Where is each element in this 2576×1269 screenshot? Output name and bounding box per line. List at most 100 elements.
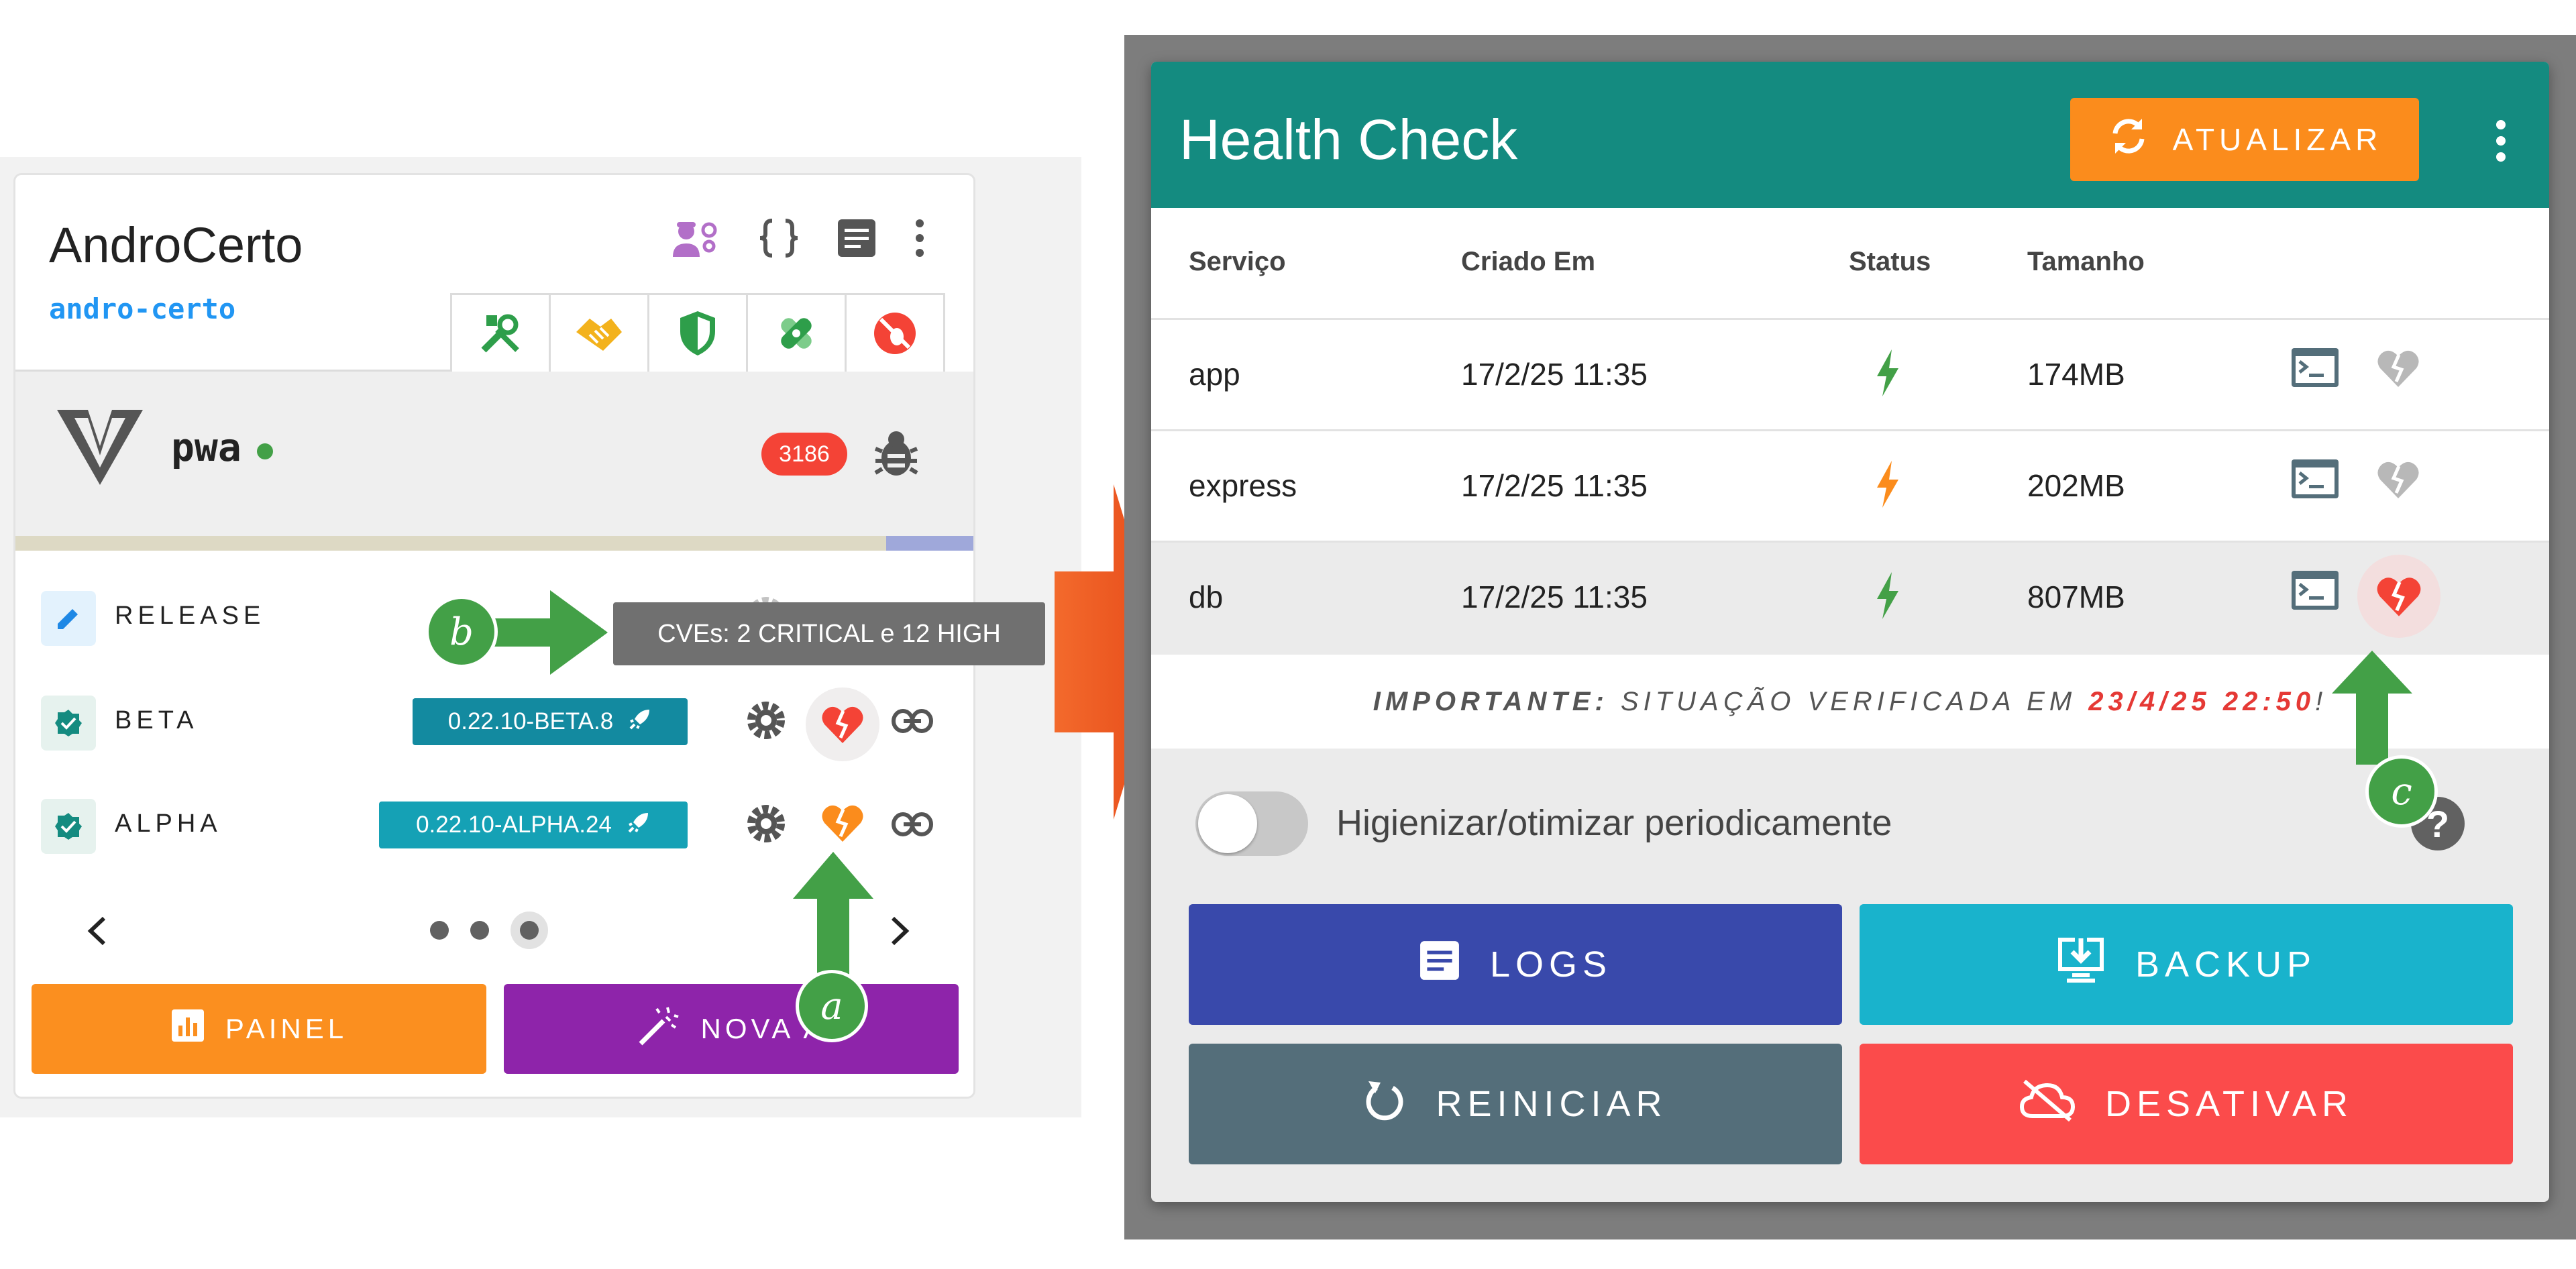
services-table: Serviço Criado Em Status Tamanho app 17/… — [1151, 208, 2549, 655]
callout-c: c — [2365, 755, 2438, 828]
more-vert-icon[interactable] — [2494, 119, 2508, 166]
beta-settings-icon[interactable] — [744, 698, 788, 746]
logs-button[interactable]: LOGS — [1189, 904, 1842, 1025]
logs-button-label: LOGS — [1489, 944, 1613, 985]
cancel-bug-icon — [871, 310, 918, 360]
callout-b: b — [425, 596, 498, 668]
beta-check-icon — [41, 696, 96, 751]
document-icon[interactable] — [837, 218, 877, 262]
tab-security[interactable] — [647, 293, 748, 375]
cve-tooltip: CVEs: 2 CRITICAL e 12 HIGH — [613, 602, 1045, 665]
health-check-dialog: Health Check ATUALIZAR Serviço Criado Em… — [1151, 62, 2549, 1202]
notice-text: SITUAÇÃO VERIFICADA EM — [1608, 686, 2089, 716]
progress-fill — [15, 536, 886, 551]
sanitize-toggle-knob[interactable] — [1198, 794, 1257, 853]
bandage-icon — [773, 310, 820, 360]
column-header-created: Criado Em — [1461, 247, 1596, 276]
service-name: db — [1189, 580, 1224, 614]
health-check-title: Health Check — [1179, 108, 1518, 171]
created-at: 17/2/25 11:35 — [1461, 580, 1648, 614]
beta-version-text: 0.22.10-BETA.8 — [447, 708, 614, 734]
notice-suffix: ! — [2315, 686, 2328, 716]
restart-button[interactable]: REINICIAR — [1189, 1044, 1842, 1164]
carousel-dot-1[interactable] — [430, 921, 449, 940]
tab-patch[interactable] — [746, 293, 847, 375]
tab-tools[interactable] — [450, 293, 551, 375]
status-bolt-icon — [1874, 572, 1901, 626]
table-row: express 17/2/25 11:35 202MB — [1151, 429, 2549, 541]
carousel-dots — [430, 912, 548, 949]
release-edit-icon[interactable] — [41, 591, 96, 646]
created-at: 17/2/25 11:35 — [1461, 468, 1648, 503]
environment-status-dot — [257, 443, 273, 459]
beta-version-chip[interactable]: 0.22.10-BETA.8 — [413, 698, 688, 745]
column-header-service: Serviço — [1189, 247, 1286, 276]
new-app-button[interactable]: NOVA A — [504, 984, 959, 1074]
arrow-c-icon — [2332, 651, 2412, 765]
broken-heart-icon[interactable] — [2376, 348, 2420, 396]
table-row: db 17/2/25 11:35 807MB — [1151, 541, 2549, 655]
terminal-icon[interactable] — [2290, 458, 2340, 507]
notice-date: 23/4/25 22:50 — [2088, 686, 2316, 716]
beta-broken-heart-icon[interactable] — [806, 687, 879, 761]
magic-wand-icon — [637, 1003, 681, 1054]
carousel-dot-3[interactable] — [511, 912, 548, 949]
terminal-icon[interactable] — [2290, 569, 2340, 618]
created-at: 17/2/25 11:35 — [1461, 357, 1648, 392]
header-actions — [670, 217, 926, 263]
arrow-b-icon — [483, 590, 608, 675]
restart-icon — [1363, 1079, 1406, 1130]
app-slug: andro-certo — [49, 292, 236, 325]
service-name: app — [1189, 357, 1240, 392]
panel-button[interactable]: PAINEL — [32, 984, 486, 1074]
broken-heart-icon[interactable] — [2376, 459, 2420, 507]
refresh-button-label: ATUALIZAR — [2172, 122, 2383, 157]
environment-progress-bar — [15, 536, 973, 551]
disable-button[interactable]: DESATIVAR — [1860, 1044, 2513, 1164]
alpha-version-text: 0.22.10-ALPHA.24 — [416, 812, 612, 838]
feature-tabs — [450, 293, 945, 375]
column-header-size: Tamanho — [2027, 247, 2145, 276]
app-title: AndroCerto — [49, 217, 303, 273]
cloud-off-icon — [2019, 1079, 2076, 1130]
download-icon — [2056, 936, 2106, 994]
issue-count-badge: 3186 — [761, 433, 847, 476]
chart-icon — [170, 1008, 205, 1050]
alpha-version-chip[interactable]: 0.22.10-ALPHA.24 — [379, 802, 688, 848]
sanitize-toggle-label: Higienizar/otimizar periodicamente — [1336, 803, 1892, 843]
braces-icon[interactable] — [757, 217, 800, 263]
broken-heart-alert-icon[interactable] — [2357, 555, 2440, 638]
callout-a: a — [796, 970, 868, 1042]
engineer-icon[interactable] — [670, 217, 721, 263]
service-name: express — [1189, 468, 1297, 503]
status-bolt-icon — [1874, 461, 1901, 515]
alpha-settings-icon[interactable] — [744, 802, 788, 849]
tab-disabled[interactable] — [845, 293, 945, 375]
channel-release-label: RELEASE — [115, 602, 266, 630]
status-bolt-icon — [1874, 349, 1901, 404]
alpha-link-icon[interactable] — [892, 811, 933, 841]
bug-icon[interactable] — [873, 429, 920, 483]
backup-button-label: BACKUP — [2135, 944, 2317, 985]
more-vert-icon[interactable] — [913, 218, 926, 262]
chevron-right-icon[interactable] — [889, 916, 912, 950]
terminal-icon[interactable] — [2290, 347, 2340, 396]
beta-link-icon[interactable] — [892, 708, 933, 738]
refresh-button[interactable]: ATUALIZAR — [2070, 98, 2419, 181]
panel-button-label: PAINEL — [225, 1013, 348, 1044]
refresh-icon — [2107, 115, 2150, 165]
table-row: app 17/2/25 11:35 174MB — [1151, 318, 2549, 429]
channel-alpha-label: ALPHA — [115, 810, 222, 838]
chevron-left-icon[interactable] — [85, 916, 108, 950]
tab-handshake[interactable] — [549, 293, 649, 375]
carousel-dot-2[interactable] — [470, 921, 489, 940]
alpha-check-icon — [41, 799, 96, 854]
handshake-icon — [574, 313, 625, 357]
rocket-icon — [628, 707, 652, 737]
channel-beta-label: BETA — [115, 706, 199, 734]
environment-name: pwa — [171, 425, 241, 470]
backup-button[interactable]: BACKUP — [1860, 904, 2513, 1025]
alpha-broken-heart-icon[interactable] — [820, 803, 865, 846]
tools-icon — [477, 310, 524, 360]
column-header-status: Status — [1849, 247, 1931, 276]
